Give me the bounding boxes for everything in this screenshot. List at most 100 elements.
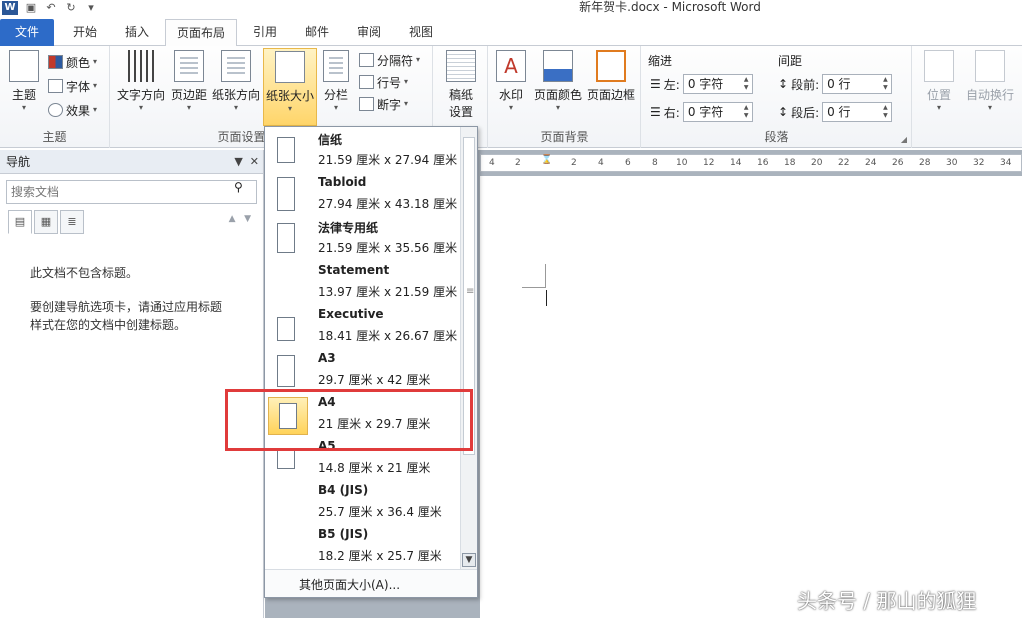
columns-button[interactable]: 分栏 ▾ bbox=[319, 50, 353, 113]
indent-right-icon: ☰ bbox=[650, 105, 661, 119]
tab-review[interactable]: 审阅 bbox=[344, 19, 394, 46]
more-paper-sizes-item[interactable]: 其他页面大小(A)... bbox=[265, 569, 477, 597]
spacing-before-row: ↕ 段前: 0 行 bbox=[778, 74, 893, 94]
page-borders-button[interactable]: 页面边框 bbox=[585, 50, 637, 103]
paper-size-option[interactable]: Executive 18.41 厘米 x 26.67 厘米 bbox=[265, 303, 461, 347]
indent-title: 缩进 bbox=[648, 54, 673, 68]
watermark-button[interactable]: A 水印 ▾ bbox=[493, 50, 529, 113]
ruler-tick: 8 bbox=[652, 158, 658, 168]
tab-home[interactable]: 开始 bbox=[60, 19, 110, 46]
nav-message: 此文档不包含标题。 要创建导航选项卡，请通过应用标题样式在您的文档中创建标题。 bbox=[0, 236, 263, 334]
paper-size-dimensions: 29.7 厘米 x 42 厘米 bbox=[318, 373, 431, 387]
close-icon[interactable]: ✕ bbox=[250, 155, 259, 168]
manuscript-label-2: 设置 bbox=[448, 105, 473, 119]
fonts-button[interactable]: 字体 ▾ bbox=[48, 76, 97, 96]
text-cursor bbox=[546, 290, 547, 306]
paper-size-button[interactable]: 纸张大小 ▾ bbox=[263, 48, 317, 126]
page-background-group: A 水印 ▾ 页面颜色 ▾ 页面边框 页面背景 bbox=[489, 46, 641, 148]
annotation-highlight-box bbox=[225, 389, 473, 451]
scroll-down-icon[interactable]: ▼ bbox=[462, 553, 476, 567]
results-view-icon[interactable]: ≣ bbox=[60, 210, 84, 234]
position-button[interactable]: 位置 ▾ bbox=[921, 50, 957, 113]
position-icon bbox=[924, 50, 954, 82]
document-page[interactable] bbox=[480, 176, 1022, 618]
tab-page-layout[interactable]: 页面布局 bbox=[165, 19, 237, 47]
paper-size-option[interactable]: 信纸 21.59 厘米 x 27.94 厘米 bbox=[265, 127, 461, 171]
tab-file[interactable]: 文件 bbox=[0, 19, 54, 46]
margins-icon bbox=[174, 50, 204, 82]
line-numbers-icon bbox=[359, 75, 374, 89]
paper-size-option[interactable]: A3 29.7 厘米 x 42 厘米 bbox=[265, 347, 461, 391]
indent-left-input[interactable]: 0 字符 bbox=[682, 74, 753, 94]
ruler-tick: 32 bbox=[973, 158, 985, 168]
columns-icon bbox=[323, 50, 349, 82]
spacing-after-icon: ↕ bbox=[778, 105, 789, 119]
page-background-group-label: 页面背景 bbox=[540, 130, 589, 144]
page-icon bbox=[277, 177, 295, 211]
spacing-before-label: 段前: bbox=[791, 77, 820, 92]
ruler-tick: 10 bbox=[676, 158, 688, 168]
paper-size-option[interactable]: B4 (JIS) 25.7 厘米 x 36.4 厘米 bbox=[265, 479, 461, 523]
wrap-text-label: 自动换行 bbox=[965, 88, 1014, 102]
paper-size-dropdown: 信纸 21.59 厘米 x 27.94 厘米 Tabloid 27.94 厘米 … bbox=[264, 126, 478, 598]
pane-menu-icon[interactable]: ▼ bbox=[234, 155, 242, 168]
effects-button[interactable]: 效果 ▾ bbox=[48, 100, 97, 120]
ruler-tick: 28 bbox=[919, 158, 931, 168]
breaks-icon bbox=[359, 53, 374, 67]
paper-size-option[interactable]: Tabloid 27.94 厘米 x 43.18 厘米 bbox=[265, 171, 461, 215]
previous-icon[interactable]: ▲ bbox=[229, 214, 236, 224]
page-icon bbox=[277, 223, 295, 253]
wrap-text-button[interactable]: 自动换行 ▾ bbox=[961, 50, 1019, 113]
hyphenation-button[interactable]: 断字 ▾ bbox=[359, 94, 408, 114]
page-color-button[interactable]: 页面颜色 ▾ bbox=[533, 50, 583, 113]
ruler-tick: 26 bbox=[892, 158, 904, 168]
orientation-button[interactable]: 纸张方向 ▾ bbox=[211, 50, 261, 113]
paper-size-name: Executive bbox=[318, 307, 384, 321]
ruler-tick: 20 bbox=[811, 158, 823, 168]
indent-right-input[interactable]: 0 字符 bbox=[682, 102, 753, 122]
spacing-after-label: 段后: bbox=[791, 105, 820, 120]
page-icon bbox=[277, 317, 295, 341]
paper-size-option[interactable]: Statement 13.97 厘米 x 21.59 厘米 bbox=[265, 259, 461, 303]
pages-view-icon[interactable]: ▦ bbox=[34, 210, 58, 234]
text-direction-icon bbox=[128, 50, 154, 82]
text-direction-button[interactable]: 文字方向 ▾ bbox=[115, 50, 167, 113]
theme-button[interactable]: 主题 ▾ bbox=[6, 50, 42, 113]
colors-label: 颜色 bbox=[66, 55, 91, 70]
tab-mailings[interactable]: 邮件 bbox=[292, 19, 342, 46]
paper-size-option[interactable]: 法律专用纸 21.59 厘米 x 35.56 厘米 bbox=[265, 215, 461, 259]
line-numbers-button[interactable]: 行号 ▾ bbox=[359, 72, 408, 92]
fonts-icon bbox=[48, 79, 63, 93]
breaks-button[interactable]: 分隔符 ▾ bbox=[359, 50, 420, 70]
tab-view[interactable]: 视图 bbox=[396, 19, 446, 46]
paragraph-dialog-launcher-icon[interactable]: ◢ bbox=[901, 135, 907, 144]
effects-icon bbox=[48, 103, 63, 117]
paragraph-group-label: 段落 bbox=[764, 130, 789, 144]
page-icon bbox=[277, 137, 295, 163]
dropdown-scrollbar[interactable]: ▼ bbox=[460, 127, 477, 569]
tab-insert[interactable]: 插入 bbox=[112, 19, 162, 46]
paper-size-name: 法律专用纸 bbox=[318, 221, 379, 235]
paper-size-dimensions: 18.41 厘米 x 26.67 厘米 bbox=[318, 329, 458, 343]
margins-button[interactable]: 页边距 ▾ bbox=[169, 50, 209, 113]
headings-view-icon[interactable]: ▤ bbox=[8, 210, 32, 234]
tab-references[interactable]: 引用 bbox=[240, 19, 290, 46]
paper-size-dimensions: 18.2 厘米 x 25.7 厘米 bbox=[318, 549, 442, 563]
manuscript-button[interactable]: 稿纸 设置 bbox=[440, 50, 482, 120]
orientation-icon bbox=[221, 50, 251, 82]
ruler-tick: 4 bbox=[489, 158, 495, 168]
spacing-after-input[interactable]: 0 行 bbox=[822, 102, 893, 122]
next-icon[interactable]: ▼ bbox=[244, 214, 251, 224]
indent-marker-icon[interactable]: ⌛ bbox=[541, 155, 552, 165]
page-borders-icon bbox=[596, 50, 626, 82]
paper-size-name: Tabloid bbox=[318, 175, 367, 189]
colors-button[interactable]: 颜色 ▾ bbox=[48, 52, 97, 72]
arrange-group: 位置 ▾ 自动换行 ▾ bbox=[913, 46, 1022, 148]
paper-size-option[interactable]: B5 (JIS) 18.2 厘米 x 25.7 厘米 bbox=[265, 523, 461, 567]
no-headings-message: 此文档不包含标题。 bbox=[30, 266, 139, 280]
search-icon[interactable]: ⚲ bbox=[234, 180, 243, 194]
horizontal-ruler[interactable]: 4 2 ⌛ 2 4 6 8 10 12 14 16 18 20 22 24 26… bbox=[480, 154, 1022, 172]
spacing-before-input[interactable]: 0 行 bbox=[822, 74, 893, 94]
manuscript-label-1: 稿纸 bbox=[448, 88, 473, 102]
search-input[interactable]: 搜索文档 bbox=[6, 180, 257, 204]
